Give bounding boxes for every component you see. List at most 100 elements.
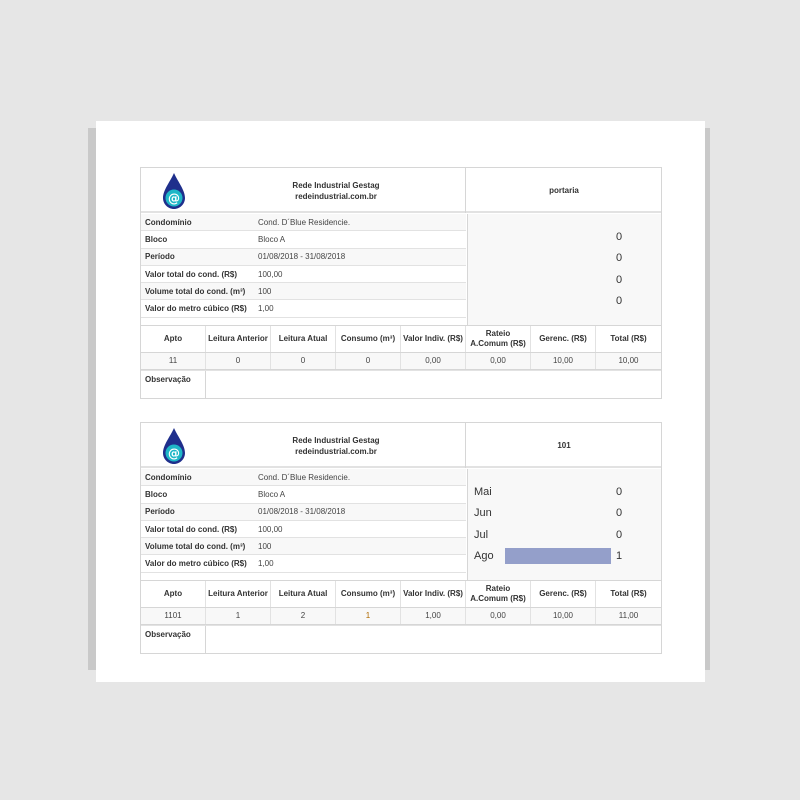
company-block: @ Rede Industrial Gestag redeindustrial.… xyxy=(141,423,466,468)
column-header: Leitura Atual xyxy=(271,326,336,352)
company-block: @ Rede Industrial Gestag redeindustrial.… xyxy=(141,168,466,213)
history-value: 0 xyxy=(616,507,623,519)
table-cell: 0 xyxy=(336,353,401,369)
info-value: 100 xyxy=(258,286,272,296)
history-value: 1 xyxy=(616,550,623,562)
company-site: redeindustrial.com.br xyxy=(295,447,377,456)
company-name-block: Rede Industrial Gestag redeindustrial.co… xyxy=(251,435,421,457)
info-label: Bloco xyxy=(145,234,168,244)
info-label: Volume total do cond. (m³) xyxy=(145,541,246,551)
history-row: 0 xyxy=(468,248,662,268)
column-header: Leitura Atual xyxy=(271,581,336,607)
info-row: Valor total do cond. (R$) 100,00 xyxy=(141,266,466,284)
reading-table: Apto Leitura Anterior Leitura Atual Cons… xyxy=(141,580,661,625)
table-header: Apto Leitura Anterior Leitura Atual Cons… xyxy=(141,580,661,608)
column-header: Total (R$) xyxy=(610,589,647,598)
info-value: 01/08/2018 - 31/08/2018 xyxy=(258,252,346,262)
info-value: 1,00 xyxy=(258,559,274,569)
table-cell: 11,00 xyxy=(618,611,639,620)
observation-row: Observação xyxy=(141,625,661,654)
company-name-block: Rede Industrial Gestag redeindustrial.co… xyxy=(251,180,421,202)
info-row: Período 01/08/2018 - 31/08/2018 xyxy=(141,248,466,266)
consumption-history-chart: Mai 0 Jun 0 Jul 0 Ago 1 xyxy=(467,469,661,580)
column-header: Apto xyxy=(141,581,206,607)
observation-label: Observação xyxy=(141,626,206,654)
column-header: Valor Indiv. (R$) xyxy=(401,581,466,607)
column-header: Consumo (m³) xyxy=(336,326,401,352)
info-row: Bloco Bloco A xyxy=(141,231,466,249)
info-value: 100,00 xyxy=(258,524,283,534)
history-month: Jul xyxy=(474,529,489,541)
info-value: 1,00 xyxy=(258,304,274,314)
history-month: Mai xyxy=(474,486,492,498)
table-cell: 0 xyxy=(206,353,271,369)
consumption-history-chart: 0 0 0 0 xyxy=(467,214,661,325)
info-list: Condomínio Cond. D´Blue Residencie. Bloco… xyxy=(141,469,466,573)
info-label: Bloco xyxy=(145,489,168,499)
column-header: Valor Indiv. (R$) xyxy=(401,326,466,352)
history-month: Ago xyxy=(474,550,494,562)
unit-title: 101 xyxy=(557,441,571,450)
info-label: Condomínio xyxy=(145,217,192,227)
history-value: 0 xyxy=(616,252,623,264)
history-row: Ago 1 xyxy=(468,546,662,566)
bill-header: @ Rede Industrial Gestag redeindustrial.… xyxy=(141,423,661,468)
table-row: 1101 1 2 1 1,00 0,00 10,00 11,00 xyxy=(141,608,661,625)
info-value: Bloco A xyxy=(258,489,286,499)
table-row: 11 0 0 0 0,00 0,00 10,00 10,00 xyxy=(141,353,661,370)
history-row: Jul 0 xyxy=(468,525,662,545)
table-cell: 10,00 xyxy=(531,608,596,624)
bill-header: @ Rede Industrial Gestag redeindustrial.… xyxy=(141,168,661,213)
table-cell: 11 xyxy=(141,353,206,369)
info-row: Volume total do cond. (m³) 100 xyxy=(141,283,466,301)
info-row: Valor do metro cúbico (R$) 1,00 xyxy=(141,300,466,318)
column-header: Total (R$) xyxy=(610,334,647,343)
svg-text:@: @ xyxy=(168,192,180,206)
info-value: 100 xyxy=(258,541,272,551)
history-bar xyxy=(505,548,611,564)
info-value: 100,00 xyxy=(258,269,283,279)
observation-row: Observação xyxy=(141,370,661,399)
table-cell: 0,00 xyxy=(401,353,466,369)
column-header: Gerenc. (R$) xyxy=(531,581,596,607)
column-header: Leitura Anterior xyxy=(206,326,271,352)
info-list: Condomínio Cond. D´Blue Residencie. Bloco… xyxy=(141,214,466,318)
reading-table: Apto Leitura Anterior Leitura Atual Cons… xyxy=(141,325,661,370)
observation-label: Observação xyxy=(141,371,206,399)
info-label: Valor do metro cúbico (R$) xyxy=(145,559,247,569)
svg-text:@: @ xyxy=(168,447,180,461)
info-row: Volume total do cond. (m³) 100 xyxy=(141,538,466,556)
info-row: Valor total do cond. (R$) 100,00 xyxy=(141,521,466,539)
info-value: Bloco A xyxy=(258,234,286,244)
history-row: Mai 0 xyxy=(468,482,662,502)
info-label: Valor total do cond. (R$) xyxy=(145,269,238,279)
bill-card: @ Rede Industrial Gestag redeindustrial.… xyxy=(140,422,662,654)
info-row: Condomínio Cond. D´Blue Residencie. xyxy=(141,214,466,232)
water-drop-at-icon: @ xyxy=(163,173,185,209)
column-header: Rateio A.Comum (R$) xyxy=(466,326,531,352)
table-cell: 10,00 xyxy=(531,353,596,369)
unit-title: portaria xyxy=(549,186,579,195)
column-header: Consumo (m³) xyxy=(336,581,401,607)
info-value: Cond. D´Blue Residencie. xyxy=(258,472,351,482)
table-cell: 1101 xyxy=(141,608,206,624)
history-row: 0 xyxy=(468,291,662,311)
history-value: 0 xyxy=(616,529,623,541)
history-value: 0 xyxy=(616,486,623,498)
column-header: Rateio A.Comum (R$) xyxy=(466,581,531,607)
bill-card: @ Rede Industrial Gestag redeindustrial.… xyxy=(140,167,662,399)
info-label: Período xyxy=(145,252,175,262)
info-row: Condomínio Cond. D´Blue Residencie. xyxy=(141,469,466,487)
info-row: Bloco Bloco A xyxy=(141,486,466,504)
water-drop-at-icon: @ xyxy=(163,428,185,464)
info-label: Período xyxy=(145,507,175,517)
table-cell: 1,00 xyxy=(401,608,466,624)
history-month: Jun xyxy=(474,507,492,519)
table-cell: 2 xyxy=(271,608,336,624)
info-row: Valor do metro cúbico (R$) 1,00 xyxy=(141,555,466,573)
info-label: Valor total do cond. (R$) xyxy=(145,524,238,534)
company-name: Rede Industrial Gestag xyxy=(292,181,380,190)
table-cell: 1 xyxy=(206,608,271,624)
info-row: Período 01/08/2018 - 31/08/2018 xyxy=(141,503,466,521)
column-header: Leitura Anterior xyxy=(206,581,271,607)
